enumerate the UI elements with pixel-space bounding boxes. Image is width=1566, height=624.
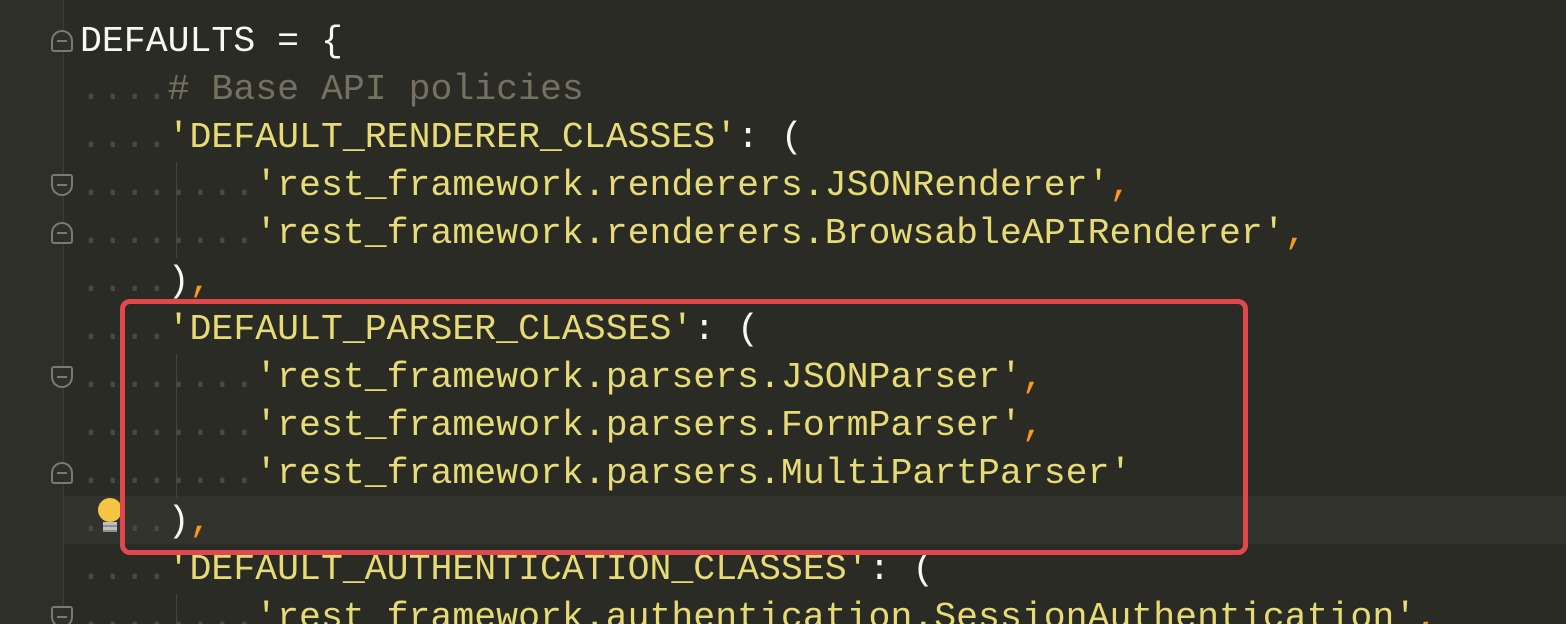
fold-marker-icon[interactable] — [51, 606, 73, 624]
code-token: : ( — [868, 549, 935, 590]
fold-marker-icon[interactable] — [51, 30, 73, 52]
code-line[interactable]: DEFAULTS = { — [80, 18, 1438, 66]
indent-whitespace: .... — [80, 261, 168, 302]
code-token: 'rest_framework.renderers.BrowsableAPIRe… — [255, 213, 1285, 254]
code-token: ) — [167, 261, 190, 302]
code-token: , — [189, 261, 212, 302]
code-token: , — [1284, 213, 1307, 254]
indent-whitespace: ........ — [80, 597, 256, 624]
code-token: : ( — [737, 117, 803, 158]
fold-marker-icon[interactable] — [51, 174, 73, 196]
highlight-box — [120, 299, 1248, 555]
code-line[interactable]: ....# Base API policies — [80, 66, 1438, 114]
code-token: 'DEFAULT_AUTHENTICATION_CLASSES' — [167, 549, 869, 590]
code-token: 'rest_framework.authentication.SessionAu… — [255, 597, 1417, 624]
code-token: 'rest_framework.renderers.JSONRenderer' — [255, 165, 1110, 206]
code-line[interactable]: ........'rest_framework.renderers.Browsa… — [80, 210, 1438, 258]
code-line[interactable]: ....'DEFAULT_RENDERER_CLASSES': ( — [80, 114, 1438, 162]
indent-whitespace: .... — [80, 549, 168, 590]
fold-marker-icon[interactable] — [51, 462, 73, 484]
indent-whitespace: ........ — [80, 213, 256, 254]
indent-whitespace: .... — [80, 69, 168, 110]
code-token: , — [1416, 597, 1439, 624]
code-line[interactable]: ........'rest_framework.authentication.S… — [80, 594, 1438, 624]
code-line[interactable]: ........'rest_framework.renderers.JSONRe… — [80, 162, 1438, 210]
editor-gutter — [0, 0, 64, 624]
fold-marker-icon[interactable] — [51, 222, 73, 244]
code-token: 'DEFAULT_RENDERER_CLASSES' — [167, 117, 738, 158]
code-token: # Base API policies — [167, 69, 584, 110]
code-token: , — [1109, 165, 1132, 206]
indent-whitespace: ........ — [80, 165, 256, 206]
code-token: DEFAULTS = { — [80, 21, 343, 62]
fold-marker-icon[interactable] — [51, 366, 73, 388]
lightbulb-icon[interactable] — [98, 498, 122, 538]
indent-whitespace: .... — [80, 117, 168, 158]
